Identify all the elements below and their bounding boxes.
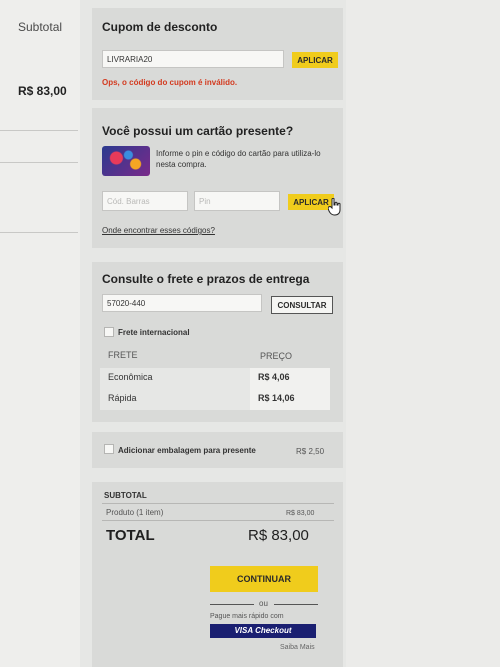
cep-input[interactable] <box>102 294 262 312</box>
shipping-option-row[interactable]: Rápida R$ 14,06 <box>100 388 330 410</box>
hand-cursor-icon <box>328 198 341 216</box>
giftcard-panel: Você possui um cartão presente? Informe … <box>92 108 343 248</box>
divider <box>0 130 78 131</box>
shipping-option-row[interactable]: Econômica R$ 4,06 <box>100 368 330 388</box>
shipping-option-price: R$ 4,06 <box>258 372 290 382</box>
consult-shipping-button[interactable]: CONSULTAR <box>271 296 333 314</box>
giftcard-description: Informe o pin e código do cartão para ut… <box>156 149 321 169</box>
sidebar-subtotal-value: R$ 83,00 <box>18 84 67 98</box>
fast-pay-label: Pague mais rápido com <box>210 613 284 620</box>
summary-product-label: Produto (1 item) <box>106 508 164 517</box>
shipping-panel: Consulte o frete e prazos de entrega CON… <box>92 262 343 422</box>
giftcard-find-codes-link[interactable]: Onde encontrar esses códigos? <box>102 226 215 235</box>
shipping-option-name: Rápida <box>108 393 137 403</box>
visa-checkout-button[interactable]: VISA Checkout <box>210 624 316 638</box>
international-shipping-label: Frete internacional <box>118 328 190 337</box>
international-shipping-checkbox[interactable] <box>104 327 114 337</box>
sidebar-subtotal-label: Subtotal <box>18 20 63 34</box>
right-column <box>346 0 500 667</box>
summary-total-value: R$ 83,00 <box>248 527 309 544</box>
coupon-apply-button[interactable]: APLICAR <box>292 52 338 68</box>
or-separator: ou <box>259 599 268 608</box>
left-column: Subtotal R$ 83,00 <box>0 0 80 667</box>
summary-total-label: TOTAL <box>106 527 155 544</box>
price-column-header: PREÇO <box>260 351 293 361</box>
coupon-error-message: Ops, o código do cupom é inválido. <box>102 78 238 87</box>
shipping-option-price: R$ 14,06 <box>258 393 295 403</box>
giftcard-title: Você possui um cartão presente? <box>102 124 294 138</box>
divider <box>102 520 334 521</box>
freight-column-header: FRETE <box>108 350 138 360</box>
giftcard-pin-input[interactable] <box>194 191 280 211</box>
divider <box>0 162 78 163</box>
continue-button[interactable]: CONTINUAR <box>210 566 318 592</box>
summary-subtotal-label: SUBTOTAL <box>104 491 147 500</box>
divider <box>210 604 254 605</box>
giftcard-code-input[interactable] <box>102 191 188 211</box>
giftwrap-label: Adicionar embalagem para presente <box>118 446 256 455</box>
shipping-title: Consulte o frete e prazos de entrega <box>102 272 310 286</box>
learn-more-link[interactable]: Saiba Mais <box>280 644 315 651</box>
divider <box>274 604 318 605</box>
shipping-option-name: Econômica <box>108 372 153 382</box>
giftcard-image <box>102 146 150 176</box>
divider <box>102 503 334 504</box>
coupon-panel: Cupom de desconto APLICAR Ops, o código … <box>92 8 343 100</box>
summary-panel: SUBTOTAL Produto (1 item) R$ 83,00 TOTAL… <box>92 482 343 667</box>
giftwrap-panel: Adicionar embalagem para presente R$ 2,5… <box>92 432 343 468</box>
summary-product-value: R$ 83,00 <box>286 510 315 517</box>
giftwrap-checkbox[interactable] <box>104 444 114 454</box>
divider <box>0 232 78 233</box>
coupon-input[interactable] <box>102 50 284 68</box>
giftwrap-price: R$ 2,50 <box>296 447 325 456</box>
coupon-title: Cupom de desconto <box>102 20 218 34</box>
